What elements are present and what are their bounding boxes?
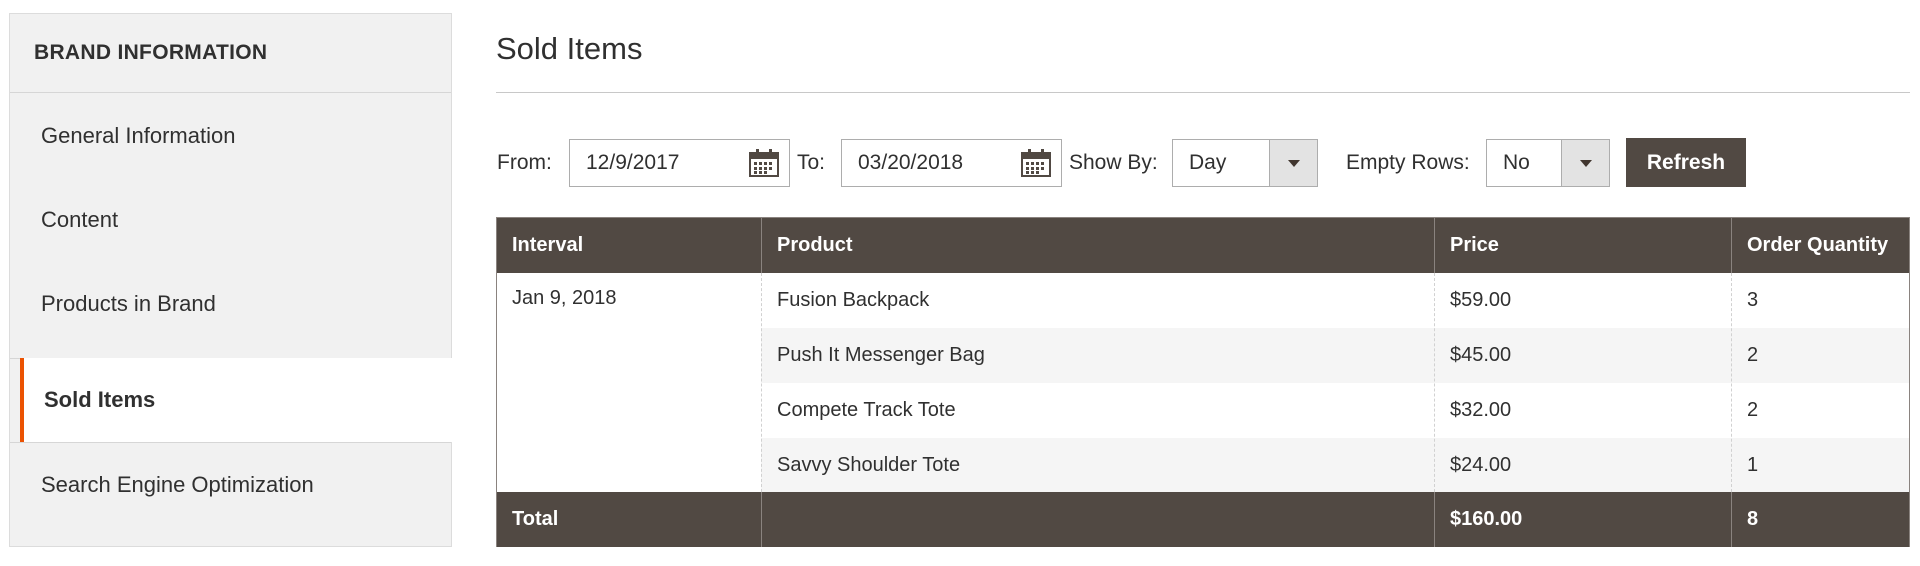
from-label: From: [497,151,552,174]
interval-cell: Jan 9, 2018 [497,273,761,492]
price-cell: $45.00 [1450,344,1512,366]
from-date-input[interactable]: 12/9/2017 [569,139,790,187]
sidebar-title: BRAND INFORMATION [10,14,451,93]
column-divider [761,273,762,492]
sidebar-item-products-in-brand[interactable]: Products in Brand [10,262,451,346]
to-date-input[interactable]: 03/20/2018 [841,139,1062,187]
column-divider [1731,273,1732,492]
to-date-value: 03/20/2018 [858,151,964,174]
sidebar-item-content[interactable]: Content [10,178,451,262]
column-divider [761,492,762,547]
total-label: Total [512,508,559,530]
sold-items-table: Interval Product Price Order Quantity Fu… [496,217,1910,547]
table-totals-row: Total $160.00 8 [497,492,1909,547]
column-divider [1434,273,1435,492]
product-cell: Savvy Shoulder Tote [777,454,961,476]
calendar-icon[interactable] [749,149,779,177]
column-header-interval[interactable]: Interval [497,218,761,273]
from-date-value: 12/9/2017 [586,151,680,174]
column-header-price[interactable]: Price [1435,218,1731,273]
empty-rows-value: No [1503,151,1530,174]
page-title: Sold Items [496,31,643,66]
sidebar-item-general-information[interactable]: General Information [10,94,451,178]
calendar-icon[interactable] [1021,149,1051,177]
total-quantity: 8 [1747,508,1759,530]
column-header-product[interactable]: Product [762,218,1434,273]
title-divider [496,92,1910,93]
product-cell: Compete Track Tote [777,399,956,421]
refresh-button[interactable]: Refresh [1626,138,1746,187]
show-by-value: Day [1189,151,1227,174]
price-cell: $24.00 [1450,454,1512,476]
empty-rows-select[interactable]: No [1486,139,1610,187]
quantity-cell: 2 [1747,344,1759,366]
to-label: To: [797,151,826,174]
product-cell: Push It Messenger Bag [777,344,985,366]
price-cell: $59.00 [1450,289,1512,311]
sidebar-item-sold-items[interactable]: Sold Items [20,358,453,442]
column-header-order-quantity[interactable]: Order Quantity [1732,218,1909,273]
chevron-down-icon[interactable] [1561,140,1609,186]
product-cell: Fusion Backpack [777,289,930,311]
quantity-cell: 2 [1747,399,1759,421]
quantity-cell: 1 [1747,454,1759,476]
total-price: $160.00 [1450,508,1523,530]
show-by-select[interactable]: Day [1172,139,1318,187]
chevron-down-icon[interactable] [1269,140,1317,186]
show-by-label: Show By: [1069,151,1158,174]
price-cell: $32.00 [1450,399,1512,421]
table-header: Interval Product Price Order Quantity [497,218,1909,273]
sidebar: BRAND INFORMATION General Information Co… [9,13,452,547]
quantity-cell: 3 [1747,289,1759,311]
sidebar-item-search-engine-optimization[interactable]: Search Engine Optimization [10,443,451,527]
empty-rows-label: Empty Rows: [1346,151,1470,174]
